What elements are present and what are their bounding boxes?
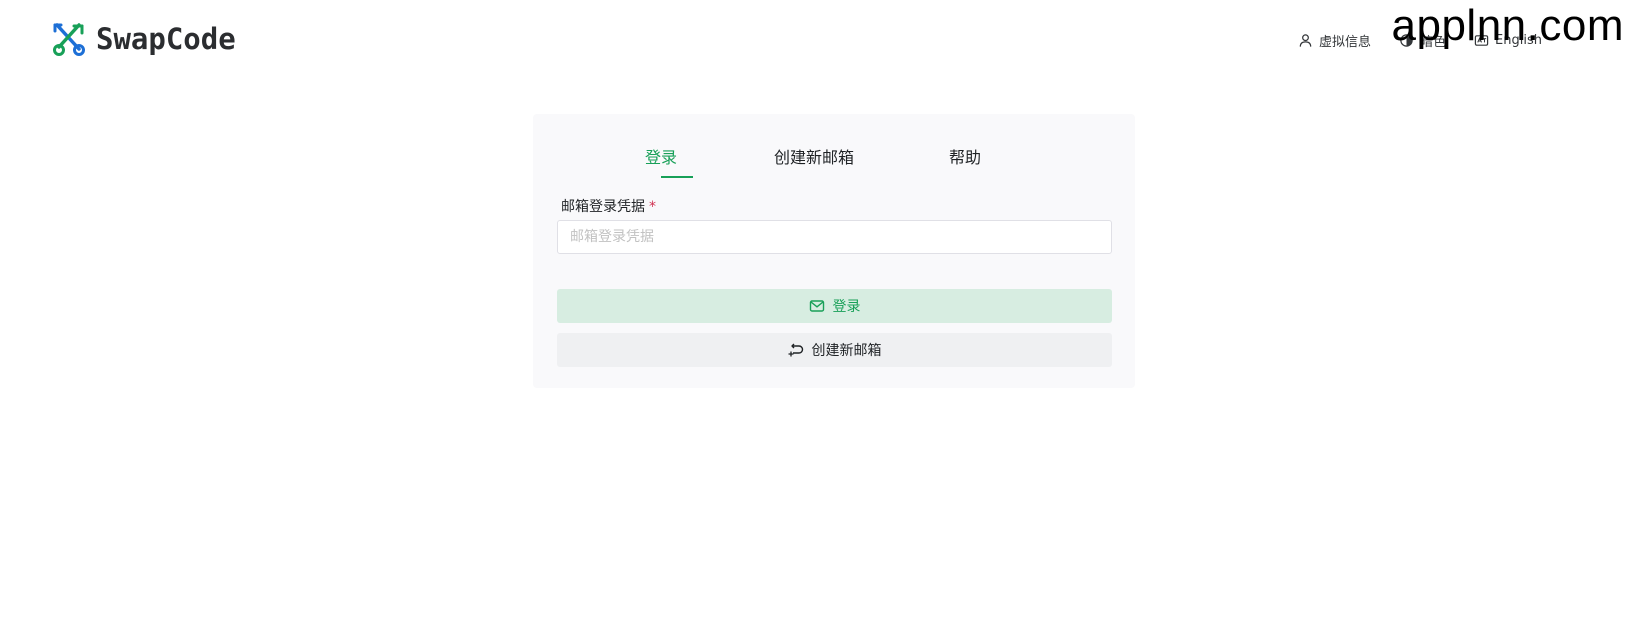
- logo-text: SwapCode: [96, 22, 236, 56]
- nav-virtual-info[interactable]: 虚拟信息: [1298, 31, 1371, 50]
- login-button[interactable]: 登录: [557, 289, 1112, 323]
- tab-create-mailbox[interactable]: 创建新邮箱: [774, 144, 854, 168]
- credential-field-label: 邮箱登录凭据 *: [561, 196, 656, 216]
- credential-input[interactable]: [557, 220, 1112, 254]
- watermark-text: applnn.com: [1391, 1, 1624, 50]
- create-mailbox-button-label: 创建新邮箱: [811, 343, 882, 359]
- login-card: 登录 创建新邮箱 帮助 邮箱登录凭据* 登录 创建新邮箱: [533, 114, 1135, 388]
- reply-plus-icon: [788, 343, 803, 357]
- nav-virtual-info-label: 虚拟信息: [1319, 34, 1372, 50]
- top-header: SwapCode 虚拟信息 暗色 English applnn.com: [0, 0, 1632, 80]
- required-mark: *: [649, 199, 656, 215]
- user-icon: [1299, 33, 1312, 47]
- credential-field-label-text: 邮箱登录凭据: [561, 199, 645, 215]
- tab-help[interactable]: 帮助: [949, 144, 981, 168]
- tab-bar: 登录 创建新邮箱 帮助: [533, 144, 1135, 176]
- mail-icon: [809, 300, 824, 312]
- active-tab-indicator: [661, 176, 693, 178]
- login-button-label: 登录: [832, 299, 861, 315]
- logo[interactable]: SwapCode: [52, 20, 236, 58]
- create-mailbox-button[interactable]: 创建新邮箱: [557, 333, 1112, 367]
- tab-login[interactable]: 登录: [645, 144, 677, 168]
- logo-icon: [53, 23, 85, 56]
